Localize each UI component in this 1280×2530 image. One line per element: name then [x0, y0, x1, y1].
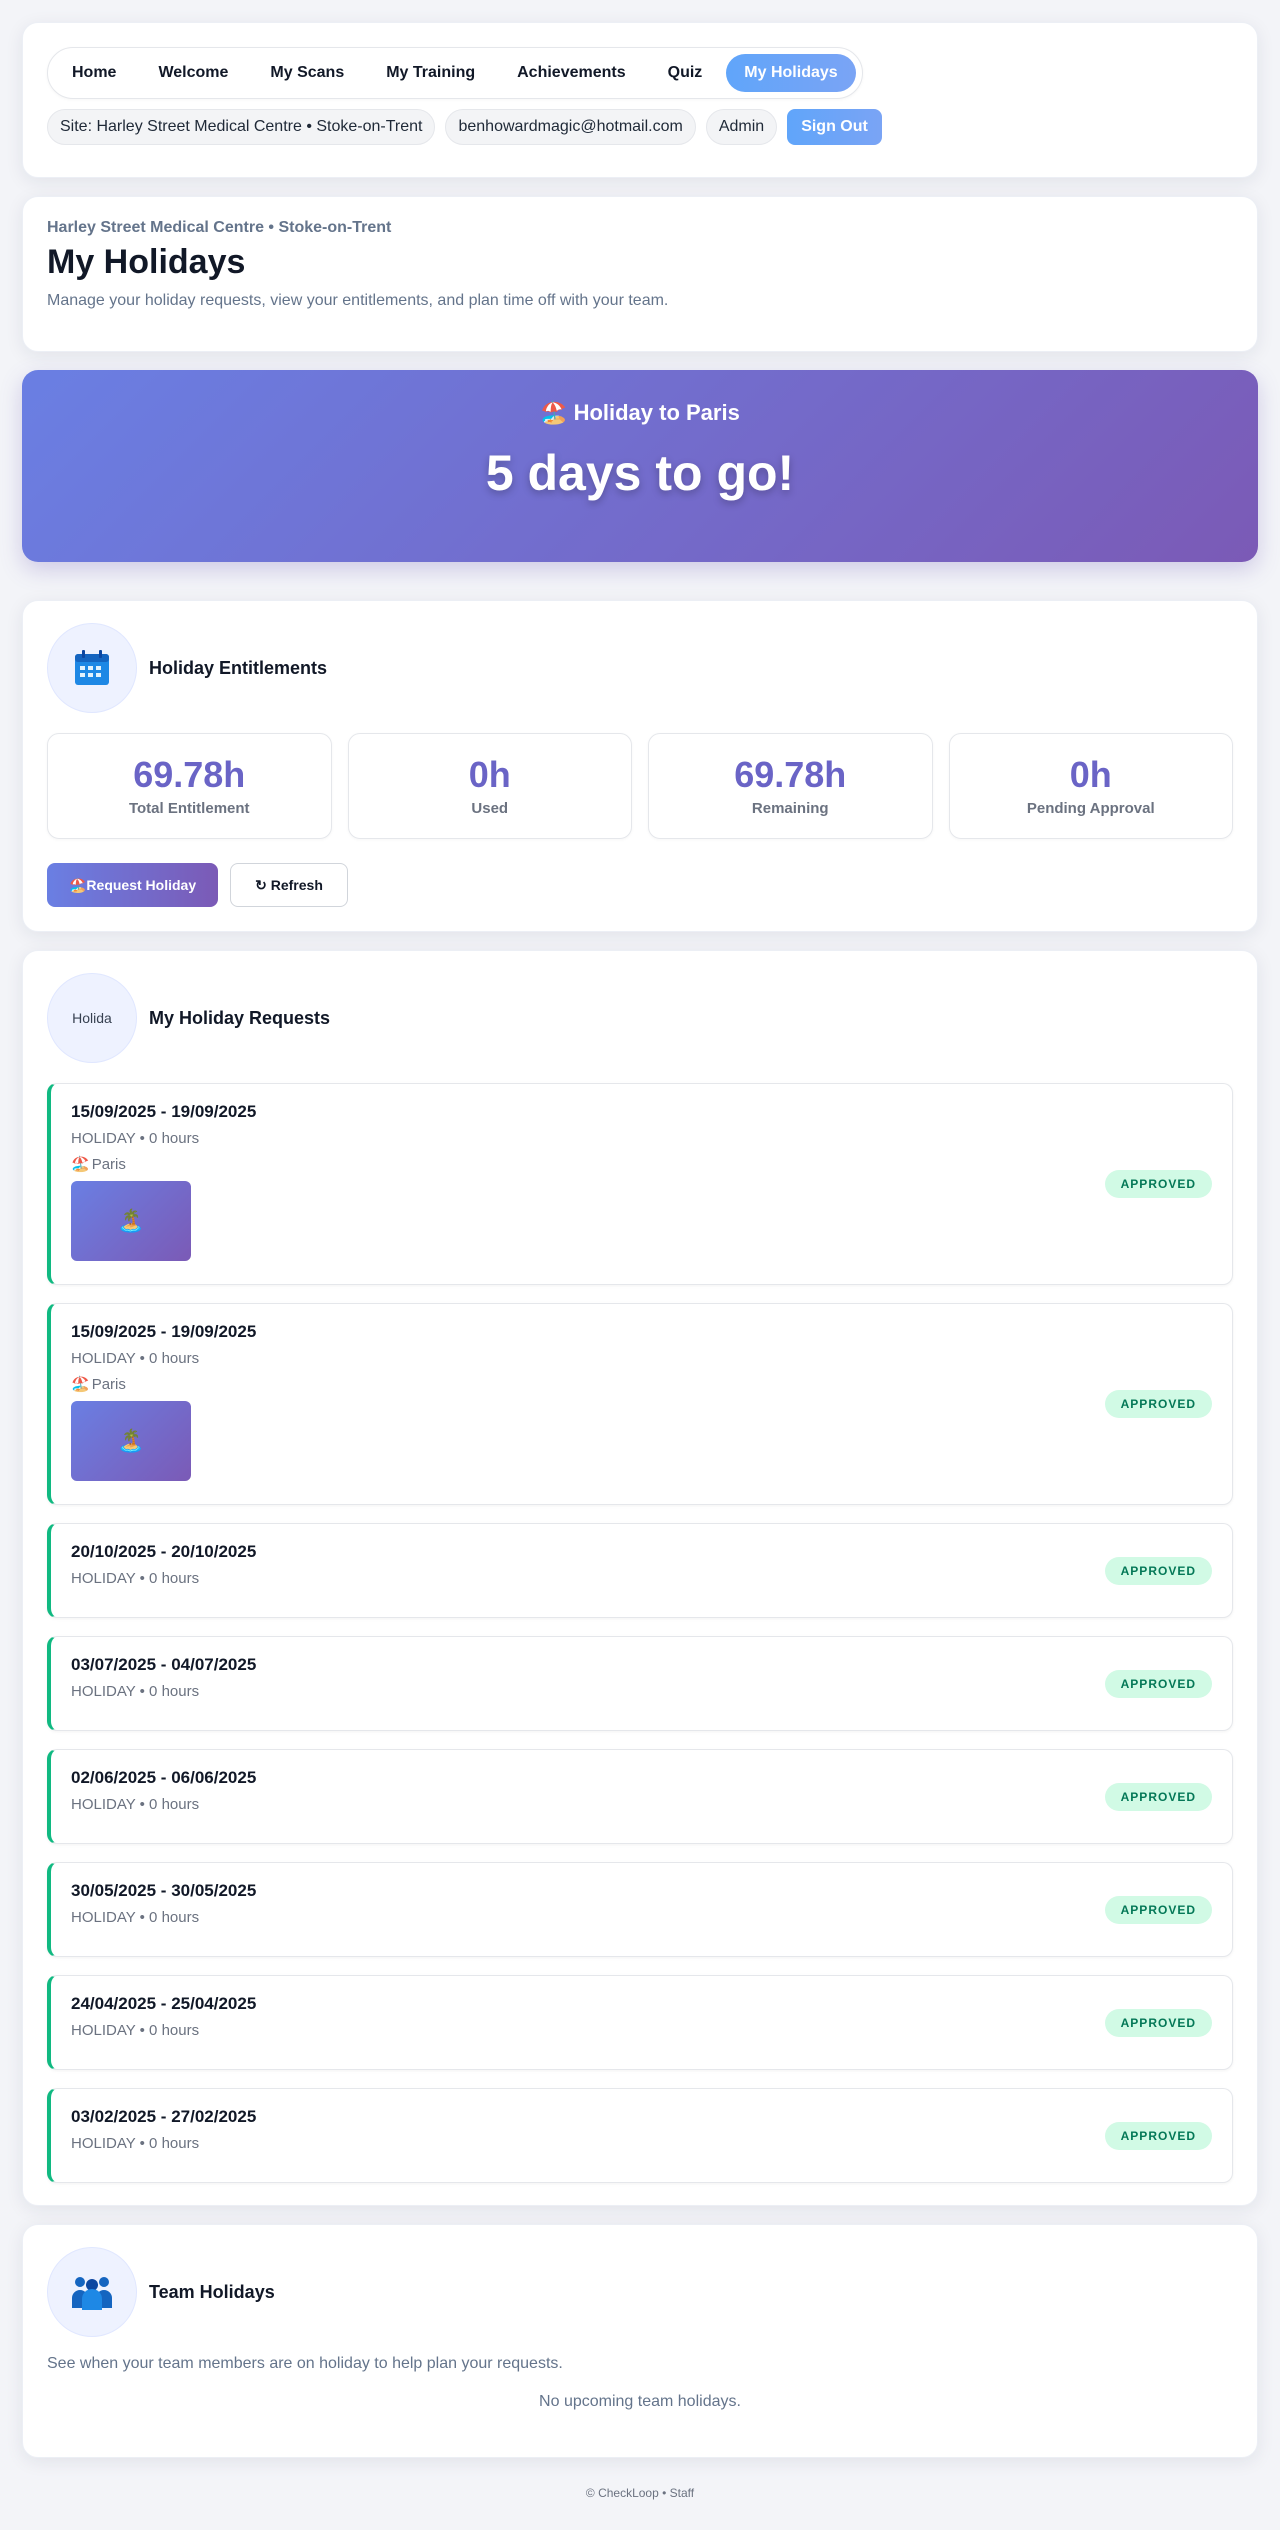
holiday-countdown-banner: 🏖️ Holiday to Paris 5 days to go! [22, 370, 1258, 562]
broken-image-alt-text: Holida [72, 1010, 112, 1026]
island-icon: 🏝️ [117, 1208, 145, 1233]
requests-list: 15/09/2025 - 19/09/2025 HOLIDAY • 0 hours… [47, 1083, 1233, 2183]
request-type-hours: HOLIDAY • 0 hours [71, 2022, 200, 2039]
site-line: Harley Street Medical Centre • Stoke-on-… [47, 219, 392, 236]
holiday-request-item: 30/05/2025 - 30/05/2025 HOLIDAY • 0 hours… [47, 1862, 1233, 1957]
holiday-request-item: 24/04/2025 - 25/04/2025 HOLIDAY • 0 hours… [47, 1975, 1233, 2070]
status-badge: APPROVED [1104, 1170, 1212, 1198]
calendar-icon [47, 623, 137, 713]
request-type-hours: HOLIDAY • 0 hours [71, 1796, 200, 1813]
nav-link-my-training[interactable]: My Training [368, 54, 493, 92]
stat-label: Total Entitlement [128, 800, 250, 817]
request-dates: 15/09/2025 - 19/09/2025 [71, 1322, 257, 1341]
holiday-requests-icon: Holida [47, 973, 137, 1063]
request-location: 🏖️ Paris [71, 1155, 1212, 1174]
nav-link-my-holidays[interactable]: My Holidays [726, 54, 856, 92]
stat-used: 0h Used [347, 733, 632, 839]
request-type-hours: HOLIDAY • 0 hours [71, 1570, 200, 1587]
request-type-hours: HOLIDAY • 0 hours [71, 1683, 200, 1700]
status-badge: APPROVED [1104, 1782, 1212, 1811]
request-type-hours: HOLIDAY • 0 hours [71, 2135, 200, 2152]
beach-umbrella-icon: 🏖️ [71, 1376, 90, 1393]
entitlement-stats: 69.78h Total Entitlement 0h Used 69.78h … [47, 733, 1233, 839]
request-holiday-button[interactable]: 🏖️Request Holiday [47, 863, 219, 907]
holiday-requests-section: Holida My Holiday Requests 15/09/2025 - … [22, 950, 1258, 2206]
nav-links: Home Welcome My Scans My Training Achievemen… [47, 47, 863, 99]
page-header: Harley Street Medical Centre • Stoke-on-… [22, 196, 1258, 352]
countdown-title: Holiday to Paris [573, 400, 740, 425]
location-text: Paris [91, 1155, 126, 1173]
holiday-request-item: 15/09/2025 - 19/09/2025 HOLIDAY • 0 hours… [47, 1083, 1233, 1285]
requests-title: My Holiday Requests [149, 1007, 331, 1028]
team-empty-state: No upcoming team holidays. [539, 2393, 741, 2410]
beach-umbrella-icon: 🏖️ [540, 400, 568, 425]
user-meta-row: Site: Harley Street Medical Centre • Sto… [47, 109, 1233, 145]
entitlements-section: Holiday Entitlements 69.78h Total Entitl… [22, 600, 1258, 932]
nav-link-welcome[interactable]: Welcome [140, 54, 246, 92]
team-holidays-section: Team Holidays See when your team members… [22, 2224, 1258, 2458]
role-chip: Admin [705, 109, 778, 145]
team-description: See when your team members are on holida… [47, 2355, 563, 2372]
request-dates: 03/02/2025 - 27/02/2025 [71, 2107, 257, 2126]
stat-pending-approval: 0h Pending Approval [948, 733, 1233, 839]
holiday-request-item: 03/07/2025 - 04/07/2025 HOLIDAY • 0 hours… [47, 1636, 1233, 1731]
request-type-hours: HOLIDAY • 0 hours [71, 1350, 200, 1367]
request-dates: 20/10/2025 - 20/10/2025 [71, 1542, 257, 1561]
stat-label: Remaining [751, 800, 829, 817]
refresh-button[interactable]: ↻ Refresh [230, 863, 348, 907]
stat-value: 69.78h [133, 754, 246, 795]
holiday-request-item: 15/09/2025 - 19/09/2025 HOLIDAY • 0 hours… [47, 1303, 1233, 1505]
countdown-title-row: 🏖️ Holiday to Paris [540, 400, 740, 426]
page-description: Manage your holiday requests, view your … [47, 292, 669, 309]
nav-link-achievements[interactable]: Achievements [499, 54, 644, 92]
request-dates: 15/09/2025 - 19/09/2025 [71, 1102, 257, 1121]
request-dates: 24/04/2025 - 25/04/2025 [71, 1994, 257, 2013]
requests-header: Holida My Holiday Requests [47, 973, 1233, 1063]
sign-out-button[interactable]: Sign Out [787, 109, 882, 145]
holiday-request-item: 02/06/2025 - 06/06/2025 HOLIDAY • 0 hours… [47, 1749, 1233, 1844]
nav-link-my-scans[interactable]: My Scans [252, 54, 362, 92]
status-badge: APPROVED [1104, 1390, 1212, 1418]
destination-thumbnail[interactable]: 🏝️ [71, 1401, 191, 1481]
stat-total-entitlement: 69.78h Total Entitlement [47, 733, 332, 839]
entitlements-header: Holiday Entitlements [47, 623, 1233, 713]
countdown-days: 5 days to go! [485, 445, 795, 501]
status-badge: APPROVED [1104, 1556, 1212, 1585]
email-chip: benhowardmagic@hotmail.com [445, 109, 696, 145]
destination-thumbnail[interactable]: 🏝️ [71, 1181, 191, 1261]
footer: © CheckLoop • Staff [585, 2486, 695, 2500]
request-dates: 30/05/2025 - 30/05/2025 [71, 1881, 257, 1900]
status-badge: APPROVED [1104, 1895, 1212, 1924]
holiday-request-item: 03/02/2025 - 27/02/2025 HOLIDAY • 0 hours… [47, 2088, 1233, 2183]
location-text: Paris [91, 1375, 126, 1393]
stat-remaining: 69.78h Remaining [648, 733, 933, 839]
team-title: Team Holidays [149, 2281, 275, 2302]
stat-label: Used [471, 800, 509, 817]
status-badge: APPROVED [1104, 2008, 1212, 2037]
stat-value: 0h [1069, 754, 1112, 795]
request-type-hours: HOLIDAY • 0 hours [71, 1130, 200, 1147]
team-header: Team Holidays [47, 2247, 1233, 2337]
holiday-request-item: 20/10/2025 - 20/10/2025 HOLIDAY • 0 hours… [47, 1523, 1233, 1618]
request-location: 🏖️ Paris [71, 1375, 1212, 1394]
request-dates: 03/07/2025 - 04/07/2025 [71, 1655, 257, 1674]
top-navigation: Home Welcome My Scans My Training Achievemen… [22, 22, 1258, 178]
request-dates: 02/06/2025 - 06/06/2025 [71, 1768, 257, 1787]
stat-label: Pending Approval [1026, 800, 1155, 817]
status-badge: APPROVED [1104, 1669, 1212, 1698]
stat-value: 69.78h [734, 754, 847, 795]
stat-value: 0h [468, 754, 511, 795]
nav-link-quiz[interactable]: Quiz [650, 54, 721, 92]
entitlement-actions: 🏖️Request Holiday ↻ Refresh [47, 863, 1233, 907]
island-icon: 🏝️ [117, 1428, 145, 1453]
site-chip: Site: Harley Street Medical Centre • Sto… [47, 109, 436, 145]
status-badge: APPROVED [1104, 2121, 1212, 2150]
entitlements-title: Holiday Entitlements [149, 657, 328, 678]
page-title: My Holidays [47, 243, 246, 281]
beach-umbrella-icon: 🏖️ [71, 1156, 90, 1173]
nav-link-home[interactable]: Home [54, 54, 134, 92]
team-icon [47, 2247, 137, 2337]
request-type-hours: HOLIDAY • 0 hours [71, 1909, 200, 1926]
